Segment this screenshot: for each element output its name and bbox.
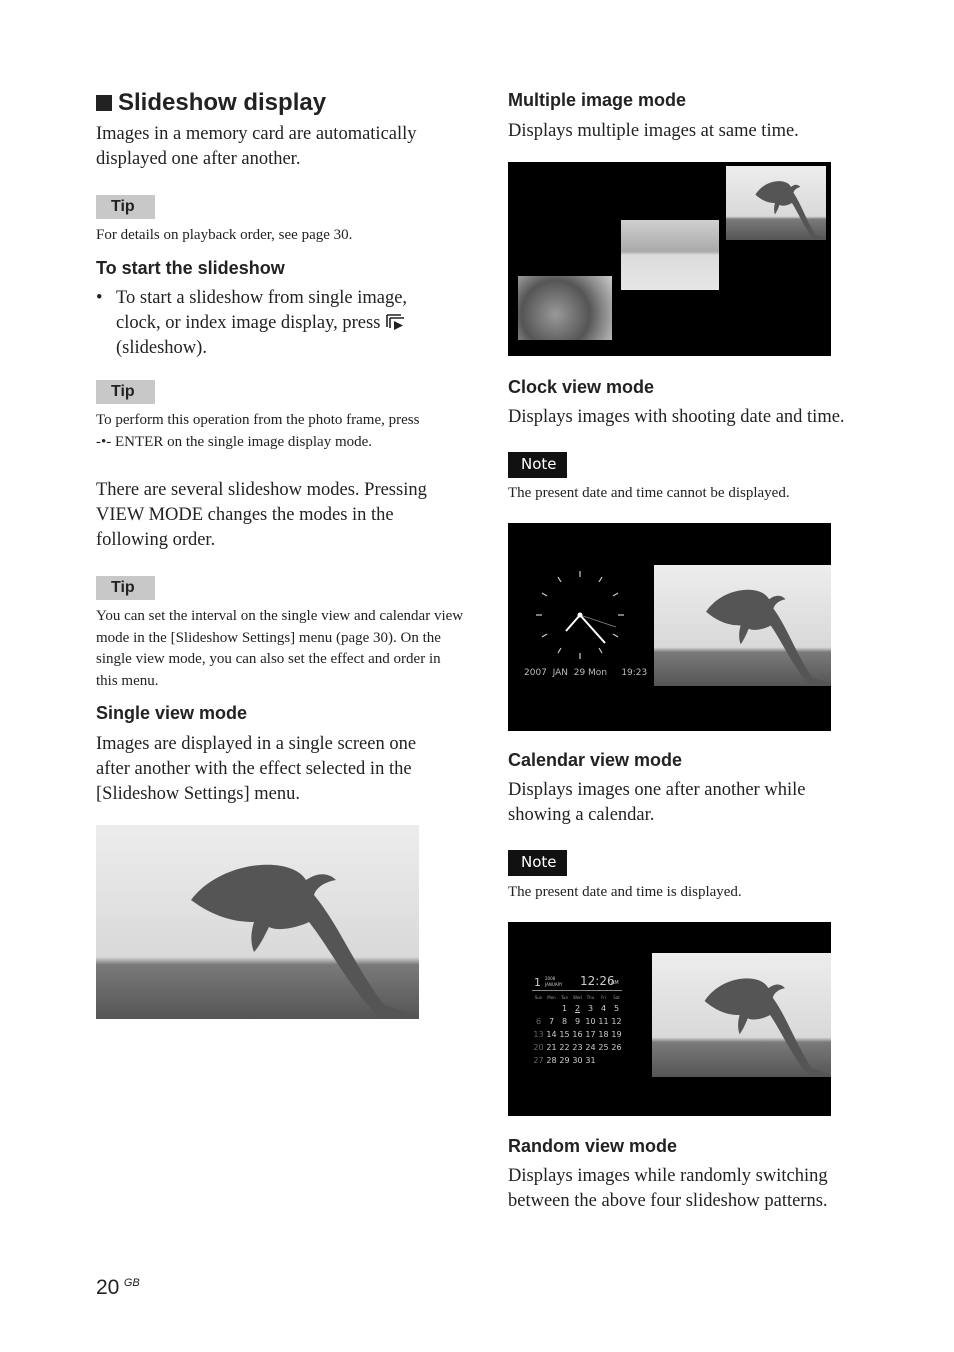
calendar-day — [532, 1002, 545, 1015]
calendar-day: 18 — [598, 1030, 609, 1039]
tip-text: To perform this operation from the photo… — [96, 412, 420, 450]
calendar-day: 1 — [561, 1004, 568, 1013]
calendar-day: 7 — [548, 1017, 555, 1026]
weekday-label: Mon — [547, 995, 556, 1000]
calendar-day: 12 — [611, 1017, 622, 1026]
weekday-label: Thu — [586, 995, 595, 1000]
calendar-day: 3 — [587, 1004, 594, 1013]
calendar-day: 15 — [559, 1030, 570, 1039]
calendar-day: 19 — [611, 1030, 622, 1039]
calendar-screen: 1 2008 JANUARY 12:26 AM Sun Mon Tue Wed Thu F… — [508, 922, 831, 1116]
calendar-day: 14 — [546, 1030, 557, 1039]
calendar-heading: Calendar view mode — [508, 750, 683, 770]
slideshow-icon — [386, 314, 405, 330]
calendar-day: 8 — [561, 1017, 568, 1026]
page-number: 20 GB — [96, 1276, 140, 1299]
calendar-day: 24 — [585, 1043, 596, 1052]
calendar-day: 26 — [611, 1043, 622, 1052]
calendar-day — [597, 1054, 610, 1067]
calendar-day: 6 — [535, 1017, 542, 1026]
enter-icon: -•- — [96, 433, 112, 450]
multi-heading: Multiple image mode — [508, 90, 687, 110]
calendar-day: 13 — [533, 1030, 544, 1039]
calendar-day: 5 — [613, 1004, 620, 1013]
dolphin-photo — [96, 825, 419, 1019]
calendar-day: 11 — [598, 1017, 609, 1026]
random-heading: Random view mode — [508, 1136, 678, 1156]
weekday-label: Wed — [573, 995, 582, 1000]
note-badge: Note — [508, 850, 567, 876]
calendar-text: Displays images one after another while … — [508, 780, 806, 825]
dolphin-photo — [652, 953, 831, 1077]
clock-text: Displays images with shooting date and t… — [508, 407, 845, 427]
calendar-day: 27 — [533, 1056, 544, 1065]
clock-heading: Clock view mode — [508, 377, 655, 397]
weekday-label: Sat — [613, 995, 620, 1000]
analog-clock-icon — [536, 571, 624, 659]
dolphin-thumbnail — [726, 166, 826, 240]
calendar-day: 4 — [600, 1004, 607, 1013]
weekday-label: Tue — [561, 995, 568, 1000]
calendar-day: 20 — [533, 1043, 544, 1052]
clock-screen: 2007 JAN 29 Mon 19:23 — [508, 523, 831, 731]
calendar-day: 10 — [585, 1017, 596, 1026]
tip-text: For details on playback order, see page … — [96, 227, 353, 243]
calendar-grid: Sun Mon Tue Wed Thu Fri Sat 1 2 3 4 5 6 7 8 9 10 11 12 13 14… — [532, 993, 623, 1067]
note-text: The present date and time cannot be disp… — [508, 485, 790, 501]
tip-badge: Tip — [96, 576, 155, 600]
calendar-day: 28 — [546, 1056, 557, 1065]
weekday-label: Fri — [601, 995, 606, 1000]
calendar-day — [610, 1054, 623, 1067]
clock-readout: 2007 JAN 29 Mon 19:23 — [524, 668, 648, 678]
dolphin-photo — [654, 565, 831, 686]
calendar-day: 23 — [572, 1043, 583, 1052]
tip-text: You can set the interval on the single v… — [96, 608, 464, 689]
calendar-day: 21 — [546, 1043, 557, 1052]
note-text: The present date and time is displayed. — [508, 884, 742, 900]
calendar-day: 16 — [572, 1030, 583, 1039]
title-text: Slideshow display — [118, 89, 327, 116]
bullet-text: To start a slideshow from single image, … — [116, 288, 408, 333]
calendar-widget: 1 2008 JANUARY 12:26 AM Sun Mon Tue Wed Thu F… — [532, 974, 623, 1067]
calendar-day: 9 — [574, 1017, 581, 1026]
single-text: Images are displayed in a single screen … — [96, 734, 417, 804]
weekday-label: Sun — [534, 995, 543, 1000]
multi-text: Displays multiple images at same time. — [508, 121, 799, 141]
sea-thumbnail — [621, 220, 719, 290]
start-bullet: • To start a slideshow from single image… — [96, 288, 408, 358]
section-title: Slideshow display — [96, 89, 326, 117]
bullet-text-end: (slideshow). — [116, 338, 207, 358]
bullet-square-icon — [96, 95, 112, 111]
tip-badge: Tip — [96, 380, 155, 404]
calendar-day: 22 — [559, 1043, 570, 1052]
tip-badge: Tip — [96, 195, 155, 219]
single-heading: Single view mode — [96, 703, 248, 723]
modes-text: There are several slideshow modes. Press… — [96, 480, 427, 550]
calendar-day: 25 — [598, 1043, 609, 1052]
calendar-day: 31 — [585, 1056, 596, 1065]
note-badge: Note — [508, 452, 567, 478]
calendar-day: 29 — [559, 1056, 570, 1065]
calendar-day: 30 — [572, 1056, 583, 1065]
coral-thumbnail — [518, 276, 612, 340]
calendar-day: 2 — [574, 1004, 581, 1013]
random-text: Displays images while randomly switching… — [508, 1166, 828, 1211]
start-heading: To start the slideshow — [96, 258, 285, 278]
calendar-day: 17 — [585, 1030, 596, 1039]
multi-image-screen — [508, 162, 831, 356]
intro-text: Images in a memory card are automaticall… — [96, 124, 417, 169]
calendar-day — [545, 1002, 558, 1015]
